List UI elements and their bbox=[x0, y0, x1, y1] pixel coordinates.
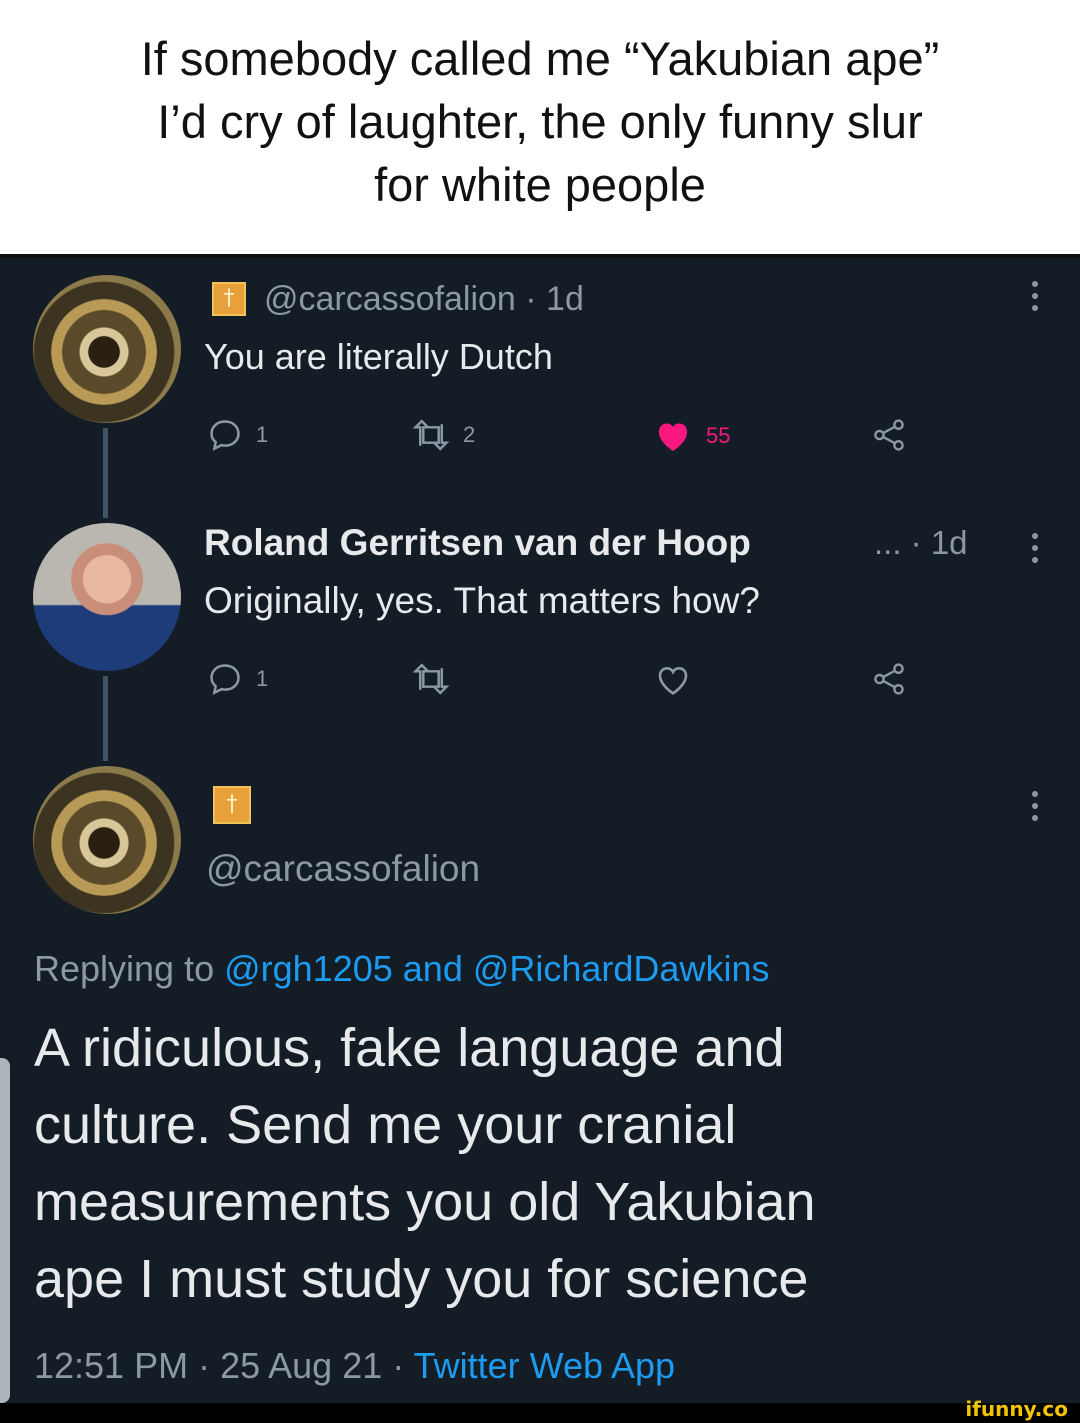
like-button[interactable]: 55 bbox=[652, 416, 730, 456]
speech-bubble-icon bbox=[210, 664, 240, 695]
reply-count: 1 bbox=[256, 666, 269, 691]
tweet-line: measurements you old Yakubian bbox=[34, 1172, 816, 1232]
speech-bubble-icon bbox=[210, 420, 240, 451]
replying-users-link[interactable]: @rgh1205 and @RichardDawkins bbox=[224, 948, 769, 989]
flag-icon: † bbox=[213, 786, 251, 824]
retweet-count: 2 bbox=[463, 422, 476, 447]
share-icon bbox=[874, 663, 904, 695]
like-count: 55 bbox=[706, 423, 731, 448]
tweet-line: ape I must study you for science bbox=[34, 1249, 809, 1309]
replying-prefix: Replying to bbox=[34, 948, 225, 989]
tweet-timestamp: 12:51 PM · 25 Aug 21 · Twitter Web App bbox=[34, 1345, 675, 1387]
watermark-bar: ifunny.co bbox=[0, 1397, 1080, 1423]
tweet2-text: Originally, yes. That matters how? bbox=[204, 580, 760, 621]
share-button[interactable] bbox=[870, 416, 908, 454]
caption-line: for white people bbox=[374, 158, 706, 211]
heart-outline-icon bbox=[658, 666, 688, 695]
tweet1-text: You are literally Dutch bbox=[204, 336, 553, 377]
heart-icon bbox=[658, 423, 688, 451]
reply-count: 1 bbox=[256, 422, 269, 447]
tweet1-handle-time[interactable]: @carcassofalion · 1d bbox=[264, 280, 584, 319]
retweet-icon bbox=[412, 419, 450, 451]
avatar-carcassofalion[interactable] bbox=[33, 275, 181, 423]
tweet3-text: A ridiculous, fake language and culture.… bbox=[34, 1010, 1054, 1318]
avatar-carcassofalion[interactable] bbox=[33, 766, 181, 914]
retweet-button[interactable]: 2 bbox=[411, 416, 475, 454]
retweet-button[interactable] bbox=[411, 660, 451, 698]
ifunny-logo: ifunny.co bbox=[965, 1397, 1068, 1421]
thread-line bbox=[103, 676, 108, 761]
meme-caption: If somebody called me “Yakubian ape” I’d… bbox=[0, 0, 1080, 254]
caption-line: If somebody called me “Yakubian ape” bbox=[140, 32, 940, 85]
caption-line: I’d cry of laughter, the only funny slur bbox=[157, 95, 923, 148]
reply-button[interactable]: 1 bbox=[206, 416, 268, 454]
client-link[interactable]: Twitter Web App bbox=[414, 1345, 675, 1386]
more-options-icon[interactable] bbox=[1030, 530, 1040, 566]
avatar-roland[interactable] bbox=[33, 523, 181, 671]
tweet-line: culture. Send me your cranial bbox=[34, 1095, 737, 1155]
more-options-icon[interactable] bbox=[1030, 788, 1040, 824]
thread-line bbox=[103, 428, 108, 518]
like-button[interactable] bbox=[652, 660, 694, 700]
tweet1-actions: 1 2 55 bbox=[206, 416, 906, 460]
more-options-icon[interactable] bbox=[1030, 278, 1040, 314]
twitter-screenshot: † @carcassofalion · 1d You are literally… bbox=[0, 258, 1080, 1403]
retweet-icon bbox=[412, 663, 450, 695]
reply-button[interactable]: 1 bbox=[206, 660, 268, 698]
share-button[interactable] bbox=[870, 660, 908, 698]
tweet2-actions: 1 bbox=[206, 660, 906, 704]
replying-to: Replying to @rgh1205 and @RichardDawkins bbox=[34, 948, 769, 990]
tweet2-display-name[interactable]: Roland Gerritsen van der Hoop bbox=[204, 522, 751, 564]
tweet3-handle[interactable]: @carcassofalion bbox=[206, 848, 480, 890]
share-icon bbox=[874, 419, 904, 451]
tweet-line: A ridiculous, fake language and bbox=[34, 1018, 785, 1078]
tweet2-meta: ... · 1d bbox=[874, 524, 968, 561]
flag-icon: † bbox=[212, 282, 246, 316]
scrollbar[interactable] bbox=[0, 1058, 10, 1403]
time-date: 12:51 PM · 25 Aug 21 · bbox=[34, 1345, 414, 1386]
